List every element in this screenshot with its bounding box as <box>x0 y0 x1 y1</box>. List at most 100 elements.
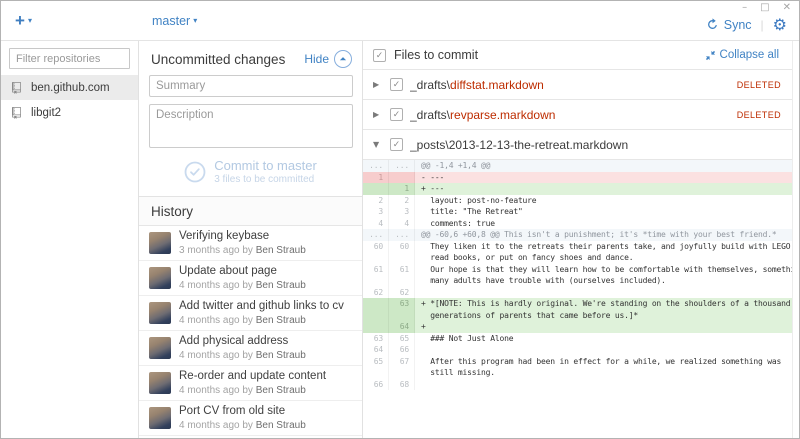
commit-to-master-button[interactable]: Commit to master 3 files to be committed <box>149 157 352 187</box>
vertical-scrollbar[interactable] <box>792 41 799 438</box>
chevron-down-icon[interactable]: ▼ <box>373 140 383 149</box>
maximize-icon[interactable]: □ <box>760 3 769 13</box>
diff-row: 6668 <box>363 379 792 391</box>
diff-line-text: They liken it to the retreats their pare… <box>415 241 792 253</box>
file-row[interactable]: ▶ ✓ _drafts\diffstat.markdown DELETED <box>363 70 799 100</box>
changes-column: Uncommitted changes Hide <box>139 41 363 438</box>
history-item[interactable]: Port CV from old site4 months ago by Ben… <box>139 401 362 436</box>
commit-description-input[interactable] <box>149 104 353 148</box>
old-line-number: 4 <box>363 218 389 230</box>
repo-item[interactable]: ben.github.com <box>1 75 138 100</box>
chevron-down-icon: ▾ <box>193 16 197 25</box>
avatar <box>149 267 171 289</box>
filter-repositories-input[interactable] <box>9 48 130 69</box>
history-item[interactable]: Add headshot for public consumption5 mon… <box>139 436 362 438</box>
diff-row: 22 layout: post-no-feature <box>363 195 792 207</box>
old-line-number: 2 <box>363 195 389 207</box>
collapse-all-button[interactable]: Collapse all <box>705 49 779 61</box>
sync-icon <box>706 18 719 31</box>
select-all-checkbox[interactable]: ✓ <box>373 49 386 62</box>
old-line-number: 66 <box>363 379 389 391</box>
status-badge: DELETED <box>737 110 781 120</box>
add-repository-button[interactable]: + ▾ <box>15 12 32 29</box>
history-item[interactable]: Add twitter and github links to cv4 mont… <box>139 296 362 331</box>
new-line-number: 68 <box>389 379 415 391</box>
hide-changes-button[interactable]: Hide <box>304 50 352 68</box>
status-badge: DELETED <box>737 80 781 90</box>
commit-title: Verifying keybase <box>179 229 306 244</box>
commit-author: Ben Straub <box>256 315 306 326</box>
old-line-number <box>363 367 389 379</box>
diff-row: 6161 Our hope is that they will learn ho… <box>363 264 792 276</box>
history-item[interactable]: Verifying keybase3 months ago by Ben Str… <box>139 226 362 261</box>
branch-selector[interactable]: master ▾ <box>152 14 197 28</box>
diff-row: generations of parents that came before … <box>363 310 792 322</box>
diff-line-text: generations of parents that came before … <box>415 310 792 322</box>
history-item[interactable]: Update about page4 months ago by Ben Str… <box>139 261 362 296</box>
history-title: History <box>139 197 362 226</box>
file-checkbox[interactable]: ✓ <box>390 78 403 91</box>
file-checkbox[interactable]: ✓ <box>390 138 403 151</box>
diff-line-text: title: "The Retreat" <box>415 206 792 218</box>
old-line-number: 61 <box>363 264 389 276</box>
diff-row: still missing. <box>363 367 792 379</box>
new-line-number: 3 <box>389 206 415 218</box>
new-line-number: 4 <box>389 218 415 230</box>
file-row[interactable]: ▼ ✓ _posts\2013-12-13-the-retreat.markdown <box>363 130 799 160</box>
diff-line-text <box>415 379 792 391</box>
avatar <box>149 372 171 394</box>
diff-row: 6567 After this program had been in effe… <box>363 356 792 368</box>
new-line-number <box>389 275 415 287</box>
gear-icon[interactable]: ⚙ <box>773 17 787 33</box>
file-checkbox[interactable]: ✓ <box>390 108 403 121</box>
files-list: ▶✓_drafts\diffstat.markdownDELETED▶✓_dra… <box>363 70 799 160</box>
commit-button-label: Commit to master <box>214 159 317 174</box>
diff-row: 64+ <box>363 321 792 333</box>
minimize-icon[interactable]: – <box>742 3 747 13</box>
commit-author: Ben Straub <box>256 420 306 431</box>
old-line-number <box>363 298 389 310</box>
commit-meta: 4 months ago by Ben Straub <box>179 279 306 292</box>
repo-name: ben.github.com <box>31 82 110 94</box>
close-icon[interactable]: ✕ <box>783 3 791 13</box>
old-line-number: 60 <box>363 241 389 253</box>
history-item-text: Add physical address4 months ago by Ben … <box>179 334 306 362</box>
file-path: _posts\2013-12-13-the-retreat.markdown <box>410 138 628 152</box>
history-item[interactable]: Re-order and update content4 months ago … <box>139 366 362 401</box>
hide-label: Hide <box>304 52 329 66</box>
collapse-icon <box>705 50 716 61</box>
avatar <box>149 302 171 324</box>
file-path: _drafts\diffstat.markdown <box>410 78 544 92</box>
uncommitted-changes-header: Uncommitted changes Hide <box>139 41 362 75</box>
commit-title: Add physical address <box>179 334 306 349</box>
diff-line-text: many adults have trouble with (ourselves… <box>415 275 792 287</box>
file-row[interactable]: ▶✓_drafts\revparse.markdownDELETED <box>363 100 799 130</box>
main-layout: ben.github.com libgit2 Uncommitted change… <box>1 41 799 438</box>
history-item[interactable]: Add physical address4 months ago by Ben … <box>139 331 362 366</box>
diff-line-text: ### Not Just Alone <box>415 333 792 345</box>
filter-wrap <box>1 41 138 75</box>
file-name-text: revparse.markdown <box>450 108 555 122</box>
old-line-number: ... <box>363 160 389 172</box>
old-line-number <box>363 310 389 322</box>
diff-line-text: layout: post-no-feature <box>415 195 792 207</box>
commit-summary-input[interactable] <box>149 75 353 97</box>
history-item-text: Re-order and update content4 months ago … <box>179 369 326 397</box>
chevron-down-icon: ▾ <box>28 16 32 25</box>
commit-title: Port CV from old site <box>179 404 306 419</box>
repo-item[interactable]: libgit2 <box>1 100 138 125</box>
diff-row: many adults have trouble with (ourselves… <box>363 275 792 287</box>
chevron-right-icon[interactable]: ▶ <box>373 80 383 89</box>
window-controls: – □ ✕ <box>742 3 791 13</box>
sync-button[interactable]: Sync <box>706 18 752 32</box>
history-item-text: Verifying keybase3 months ago by Ben Str… <box>179 229 306 257</box>
old-line-number: 62 <box>363 287 389 299</box>
branch-label: master <box>152 14 190 28</box>
chevron-right-icon[interactable]: ▶ <box>373 110 383 119</box>
history-item-text: Add twitter and github links to cv4 mont… <box>179 299 344 327</box>
new-line-number: ... <box>389 229 415 241</box>
diff-line-text: + *[NOTE: This is hardly original. We're… <box>415 298 792 310</box>
old-line-number: 3 <box>363 206 389 218</box>
new-line-number: 60 <box>389 241 415 253</box>
chevron-up-circle-icon <box>334 50 352 68</box>
